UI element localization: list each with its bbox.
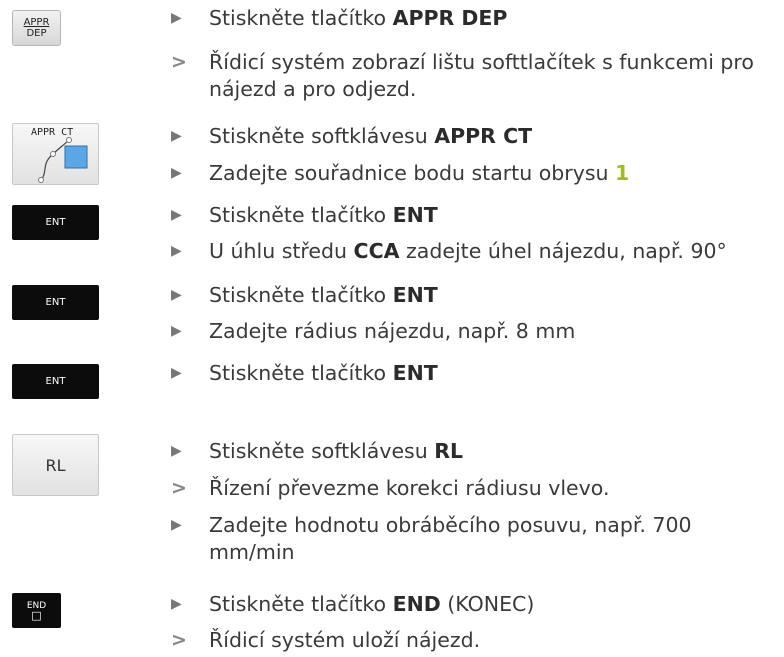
ent-key-3[interactable]: ENT	[12, 364, 99, 399]
step-text: Zadejte rádius nájezdu, např. 8 mm	[209, 319, 576, 343]
step-11-result: > Řízení převezme korekci rádiusu vlevo.	[171, 475, 784, 502]
step-text: U úhlu středu CCA zadejte úhel nájezdu, …	[209, 239, 727, 263]
ent-key-1[interactable]: ENT	[12, 205, 99, 240]
action-bullet-icon: ▶	[171, 596, 182, 612]
action-bullet-icon: ▶	[171, 243, 182, 259]
appr-dep-key[interactable]: APPR DEP	[12, 10, 61, 46]
action-bullet-icon: ▶	[171, 365, 182, 381]
result-arrow-icon: >	[171, 477, 187, 499]
step-6: ▶ U úhlu středu CCA zadejte úhel nájezdu…	[171, 238, 784, 265]
result-text: Řízení převezme korekci rádiusu vlevo.	[209, 476, 610, 500]
step-1: ▶ Stiskněte tlačítko APPR DEP	[171, 5, 784, 32]
step-text: Zadejte souřadnice bodu startu obrysu 1	[209, 161, 630, 185]
step-text: Stiskněte softklávesu RL	[209, 439, 464, 463]
ent-key-2-label: ENT	[45, 297, 66, 308]
step-2-result: > Řídicí systém zobrazí lištu softtlačít…	[171, 49, 784, 103]
step-9: ▶ Stiskněte tlačítko ENT	[171, 360, 784, 387]
step-text: Stiskněte tlačítko ENT	[209, 361, 438, 385]
step-14-result: > Řídicí systém uloží nájezd.	[171, 627, 784, 654]
result-text: Řídicí systém zobrazí lištu softtlačítek…	[209, 50, 754, 101]
step-text: Stiskněte tlačítko APPR DEP	[209, 6, 508, 30]
action-bullet-icon: ▶	[171, 443, 182, 459]
ent-key-1-label: ENT	[45, 217, 66, 228]
action-bullet-icon: ▶	[171, 287, 182, 303]
ent-key-3-label: ENT	[45, 376, 66, 387]
step-text: Stiskněte tlačítko END (KONEC)	[209, 592, 535, 616]
ent-key-2[interactable]: ENT	[12, 285, 99, 320]
step-5: ▶ Stiskněte tlačítko ENT	[171, 202, 784, 229]
appr-dep-key-line1: APPR	[23, 17, 50, 28]
step-text: Zadejte hodnotu obráběcího posuvu, např.…	[209, 513, 692, 564]
step-text: Stiskněte tlačítko ENT	[209, 203, 438, 227]
action-bullet-icon: ▶	[171, 165, 182, 181]
step-10: ▶ Stiskněte softklávesu RL	[171, 438, 784, 465]
result-arrow-icon: >	[171, 629, 187, 651]
step-13: ▶ Stiskněte tlačítko END (KONEC)	[171, 591, 784, 618]
rl-softkey-label: RL	[45, 455, 66, 475]
step-4: ▶ Zadejte souřadnice bodu startu obrysu …	[171, 160, 784, 187]
step-8: ▶ Zadejte rádius nájezdu, např. 8 mm	[171, 318, 784, 345]
appr-ct-softkey[interactable]: APPR CT	[12, 123, 99, 185]
approach-tangent-icon	[38, 137, 88, 183]
action-bullet-icon: ▶	[171, 323, 182, 339]
step-text: Stiskněte softklávesu APPR CT	[209, 124, 533, 148]
action-bullet-icon: ▶	[171, 128, 182, 144]
step-text: Stiskněte tlačítko ENT	[209, 283, 438, 307]
end-key[interactable]: END □	[12, 593, 61, 628]
step-3: ▶ Stiskněte softklávesu APPR CT	[171, 123, 784, 150]
result-arrow-icon: >	[171, 51, 187, 73]
action-bullet-icon: ▶	[171, 10, 182, 26]
end-key-symbol: □	[31, 608, 42, 622]
appr-dep-key-line2: DEP	[26, 28, 47, 39]
action-bullet-icon: ▶	[171, 207, 182, 223]
action-bullet-icon: ▶	[171, 517, 182, 533]
step-12: ▶ Zadejte hodnotu obráběcího posuvu, nap…	[171, 512, 771, 566]
result-text: Řídicí systém uloží nájezd.	[209, 628, 481, 652]
step-7: ▶ Stiskněte tlačítko ENT	[171, 282, 784, 309]
rl-softkey[interactable]: RL	[12, 434, 99, 496]
